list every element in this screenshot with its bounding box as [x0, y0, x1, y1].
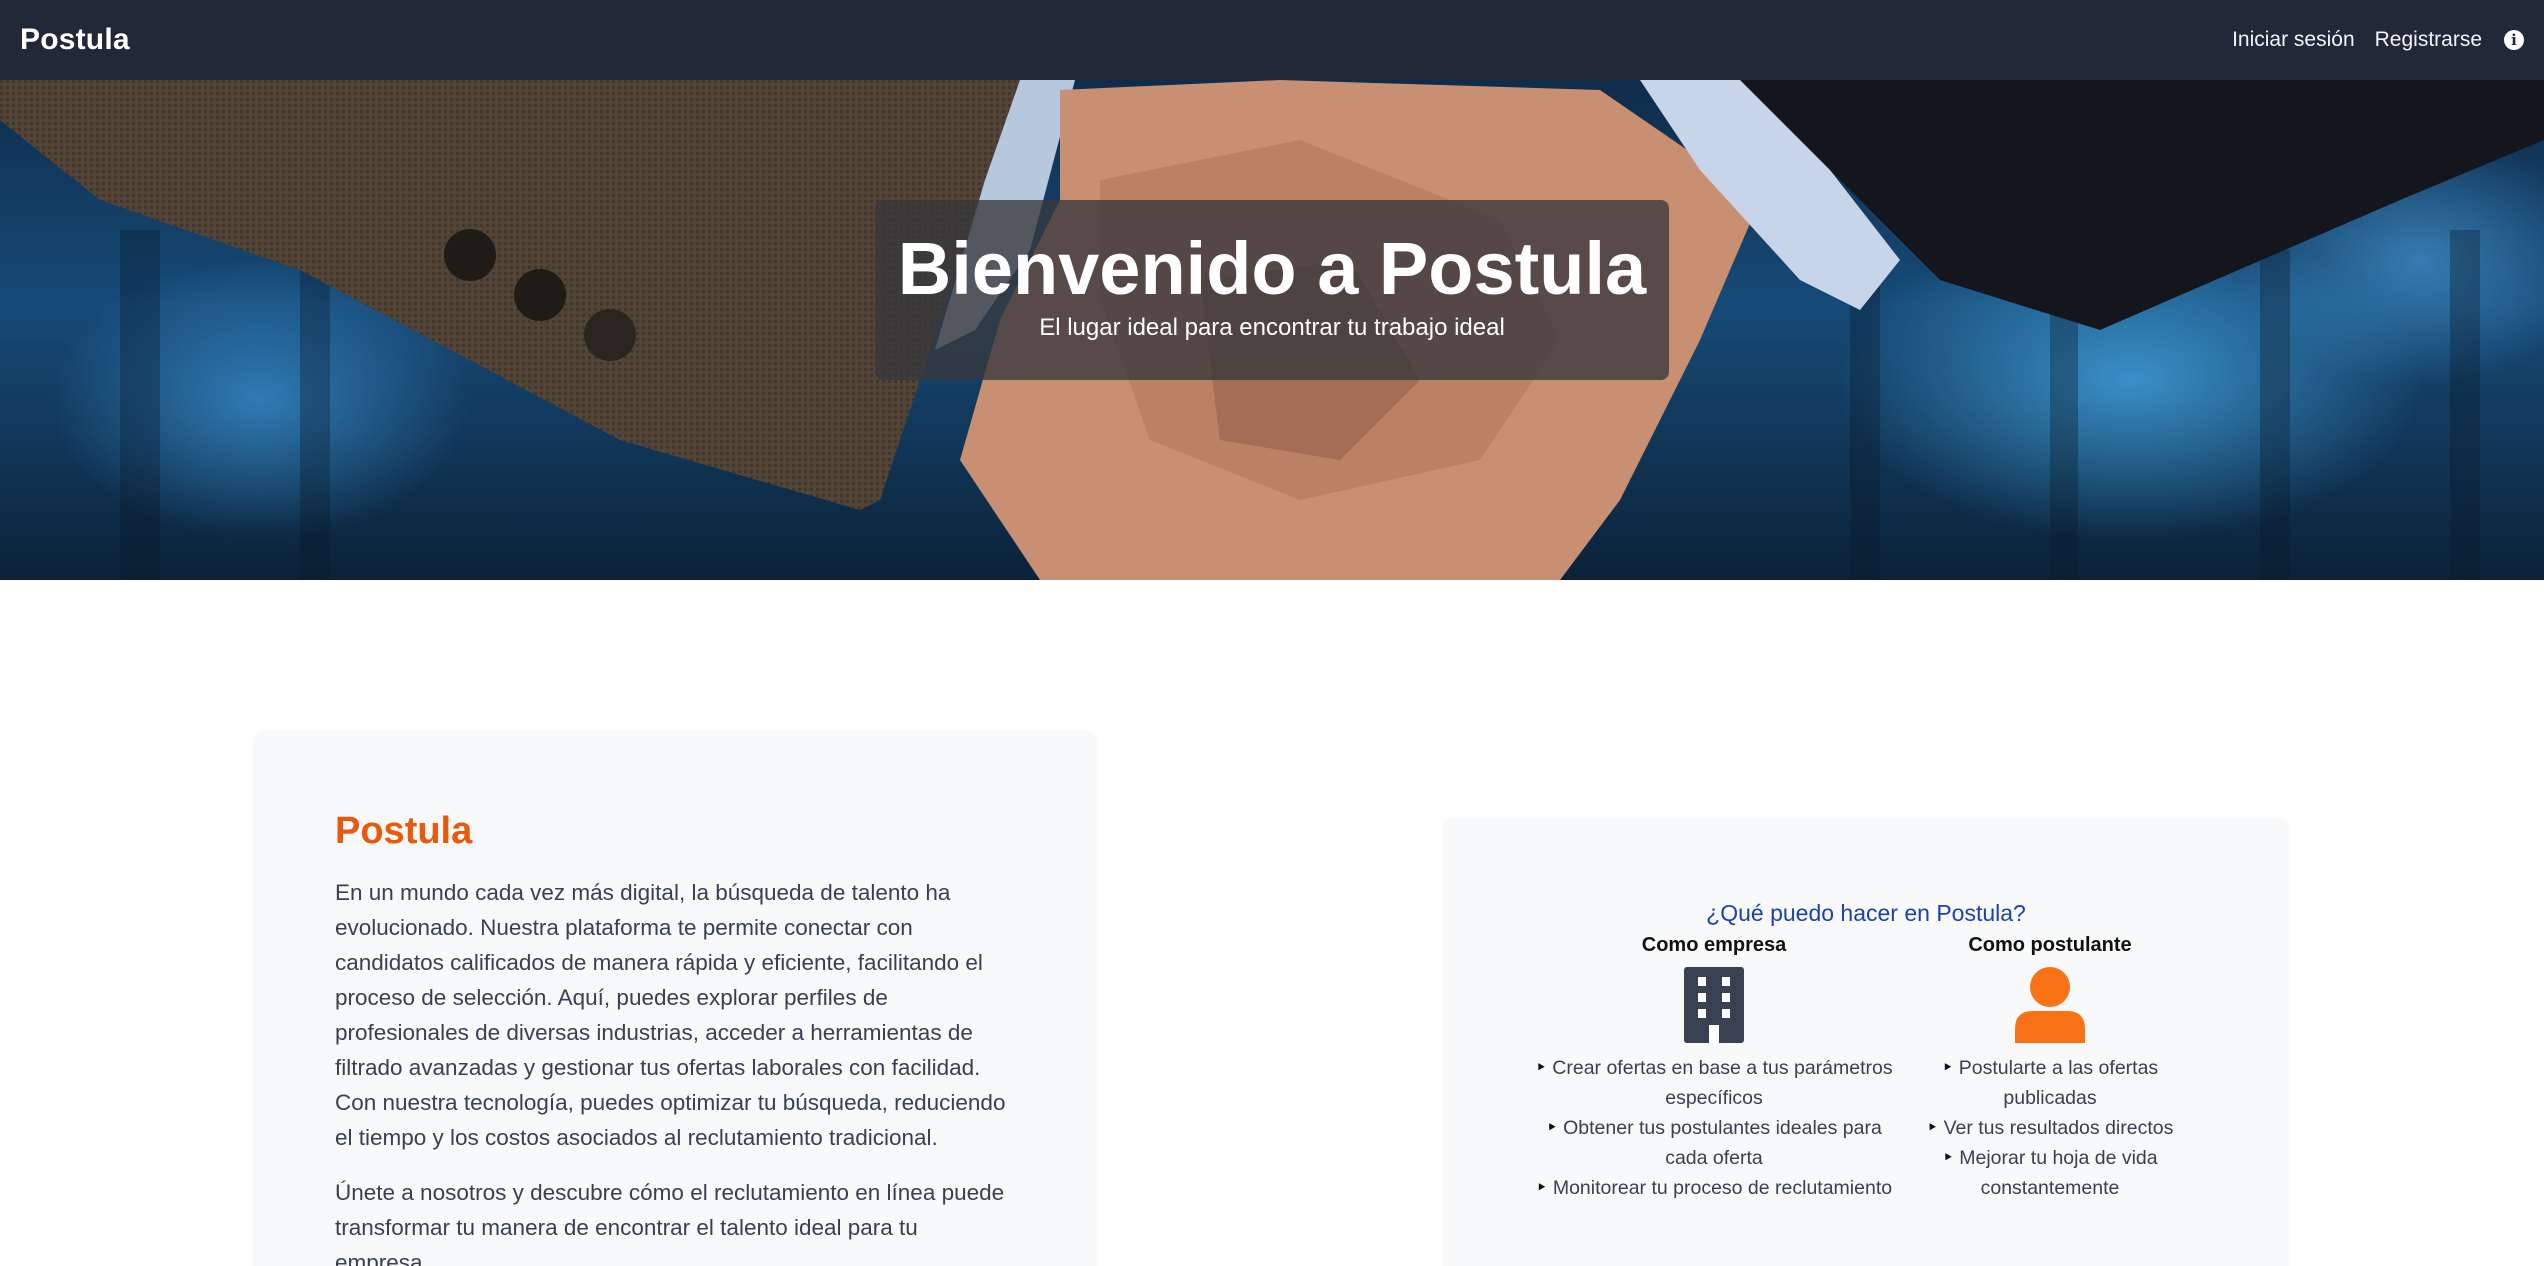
empresa-column: Como empresa Crear ofertas en base a tus…: [1525, 934, 1903, 1203]
hero-subtitle: El lugar ideal para encontrar tu trabajo…: [1039, 313, 1505, 341]
hero-title-box: Bienvenido a Postula El lugar ideal para…: [875, 200, 1669, 380]
brand-logo[interactable]: Postula: [20, 23, 130, 57]
about-paragraph-2: Únete a nosotros y descubre cómo el recl…: [335, 1180, 1005, 1266]
nav-actions: Iniciar sesión Registrarse i: [2232, 28, 2524, 52]
list-item: Mejorar tu hoja de vida constantemente: [1895, 1143, 2205, 1203]
about-paragraph-1: En un mundo cada vez más digital, la bús…: [335, 880, 1006, 1150]
about-title: Postula: [335, 810, 473, 852]
empresa-list: Crear ofertas en base a tus parámetros e…: [1525, 1053, 1903, 1203]
postulante-heading: Como postulante: [1968, 934, 2132, 956]
postulante-column: Como postulante Postularte a las ofertas…: [1895, 934, 2205, 1203]
hero-title: Bienvenido a Postula: [897, 227, 1647, 310]
features-card: ¿Qué puedo hacer en Postula? Como empres…: [1445, 818, 2287, 1266]
building-icon: [1684, 967, 1744, 1043]
about-card: Postula En un mundo cada vez más digital…: [255, 732, 1095, 1266]
list-item: Monitorear tu proceso de reclutamiento: [1525, 1173, 1903, 1203]
features-title: ¿Qué puedo hacer en Postula?: [1706, 900, 2026, 926]
hero-banner: Bienvenido a Postula El lugar ideal para…: [0, 80, 2544, 580]
list-item: Postularte a las ofertas publicadas: [1895, 1053, 2205, 1113]
list-item: Obtener tus postulantes ideales para cad…: [1525, 1113, 1903, 1173]
info-circle-icon[interactable]: i: [2504, 30, 2524, 50]
list-item: Ver tus resultados directos: [1895, 1113, 2205, 1143]
empresa-heading: Como empresa: [1641, 934, 1787, 956]
list-item: Crear ofertas en base a tus parámetros e…: [1525, 1053, 1903, 1113]
user-icon: [2015, 967, 2085, 1043]
login-link[interactable]: Iniciar sesión: [2232, 28, 2355, 52]
register-link[interactable]: Registrarse: [2375, 28, 2482, 52]
postulante-list: Postularte a las ofertas publicadas Ver …: [1895, 1053, 2205, 1203]
top-navbar: Postula Iniciar sesión Registrarse i: [0, 0, 2544, 80]
